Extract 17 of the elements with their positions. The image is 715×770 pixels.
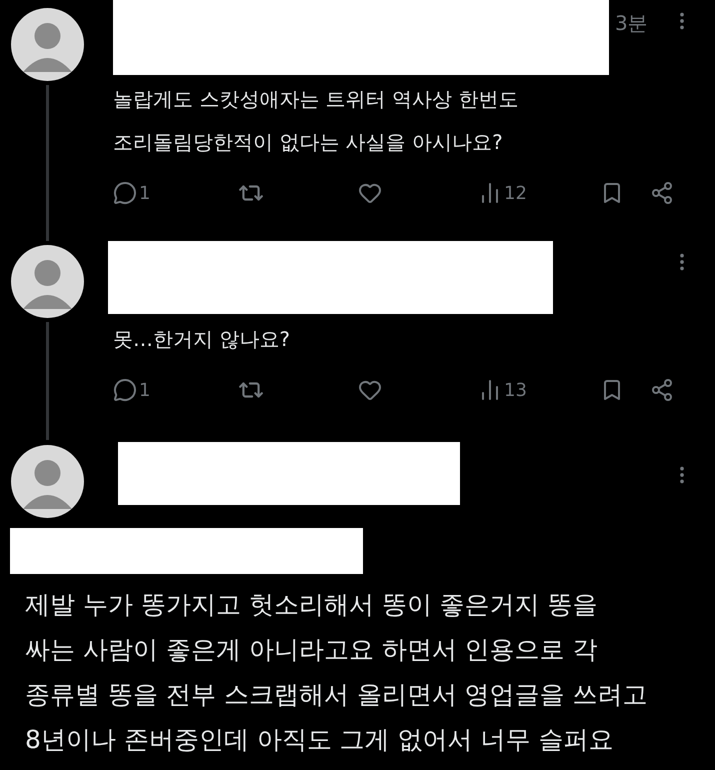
avatar[interactable] bbox=[11, 8, 84, 81]
post-text: 못…한거지 않나요? bbox=[113, 326, 291, 353]
reply-count: 1 bbox=[139, 182, 150, 204]
reply-icon[interactable] bbox=[113, 378, 137, 402]
timestamp: 3분 bbox=[615, 10, 648, 37]
reply-count: 1 bbox=[139, 380, 150, 400]
like-icon[interactable] bbox=[358, 181, 382, 205]
like-icon[interactable] bbox=[358, 378, 382, 402]
avatar[interactable] bbox=[11, 445, 84, 518]
view-count: 13 bbox=[504, 380, 527, 400]
reply-icon[interactable] bbox=[113, 181, 137, 205]
post-text: 놀랍게도 스캇성애자는 트위터 역사상 한번도 조리돌림당한적이 없다는 사실을 아시나요? bbox=[113, 86, 520, 156]
share-icon[interactable] bbox=[650, 378, 674, 402]
avatar[interactable] bbox=[11, 245, 84, 318]
share-icon[interactable] bbox=[650, 181, 674, 205]
view-count: 12 bbox=[504, 182, 527, 204]
post-text: 제발 누가 똥가지고 헛소리해서 똥이 좋은거지 똥을 싸는 사람이 좋은게 아니라고요 하면서 인용으로 각 종류별 똥을 전부 스크랩해서 올리면서 영업글을 쓰려고 8년이나 존버중인데 아직도 그게 없어서 너무 슬퍼요 bbox=[24, 589, 649, 756]
